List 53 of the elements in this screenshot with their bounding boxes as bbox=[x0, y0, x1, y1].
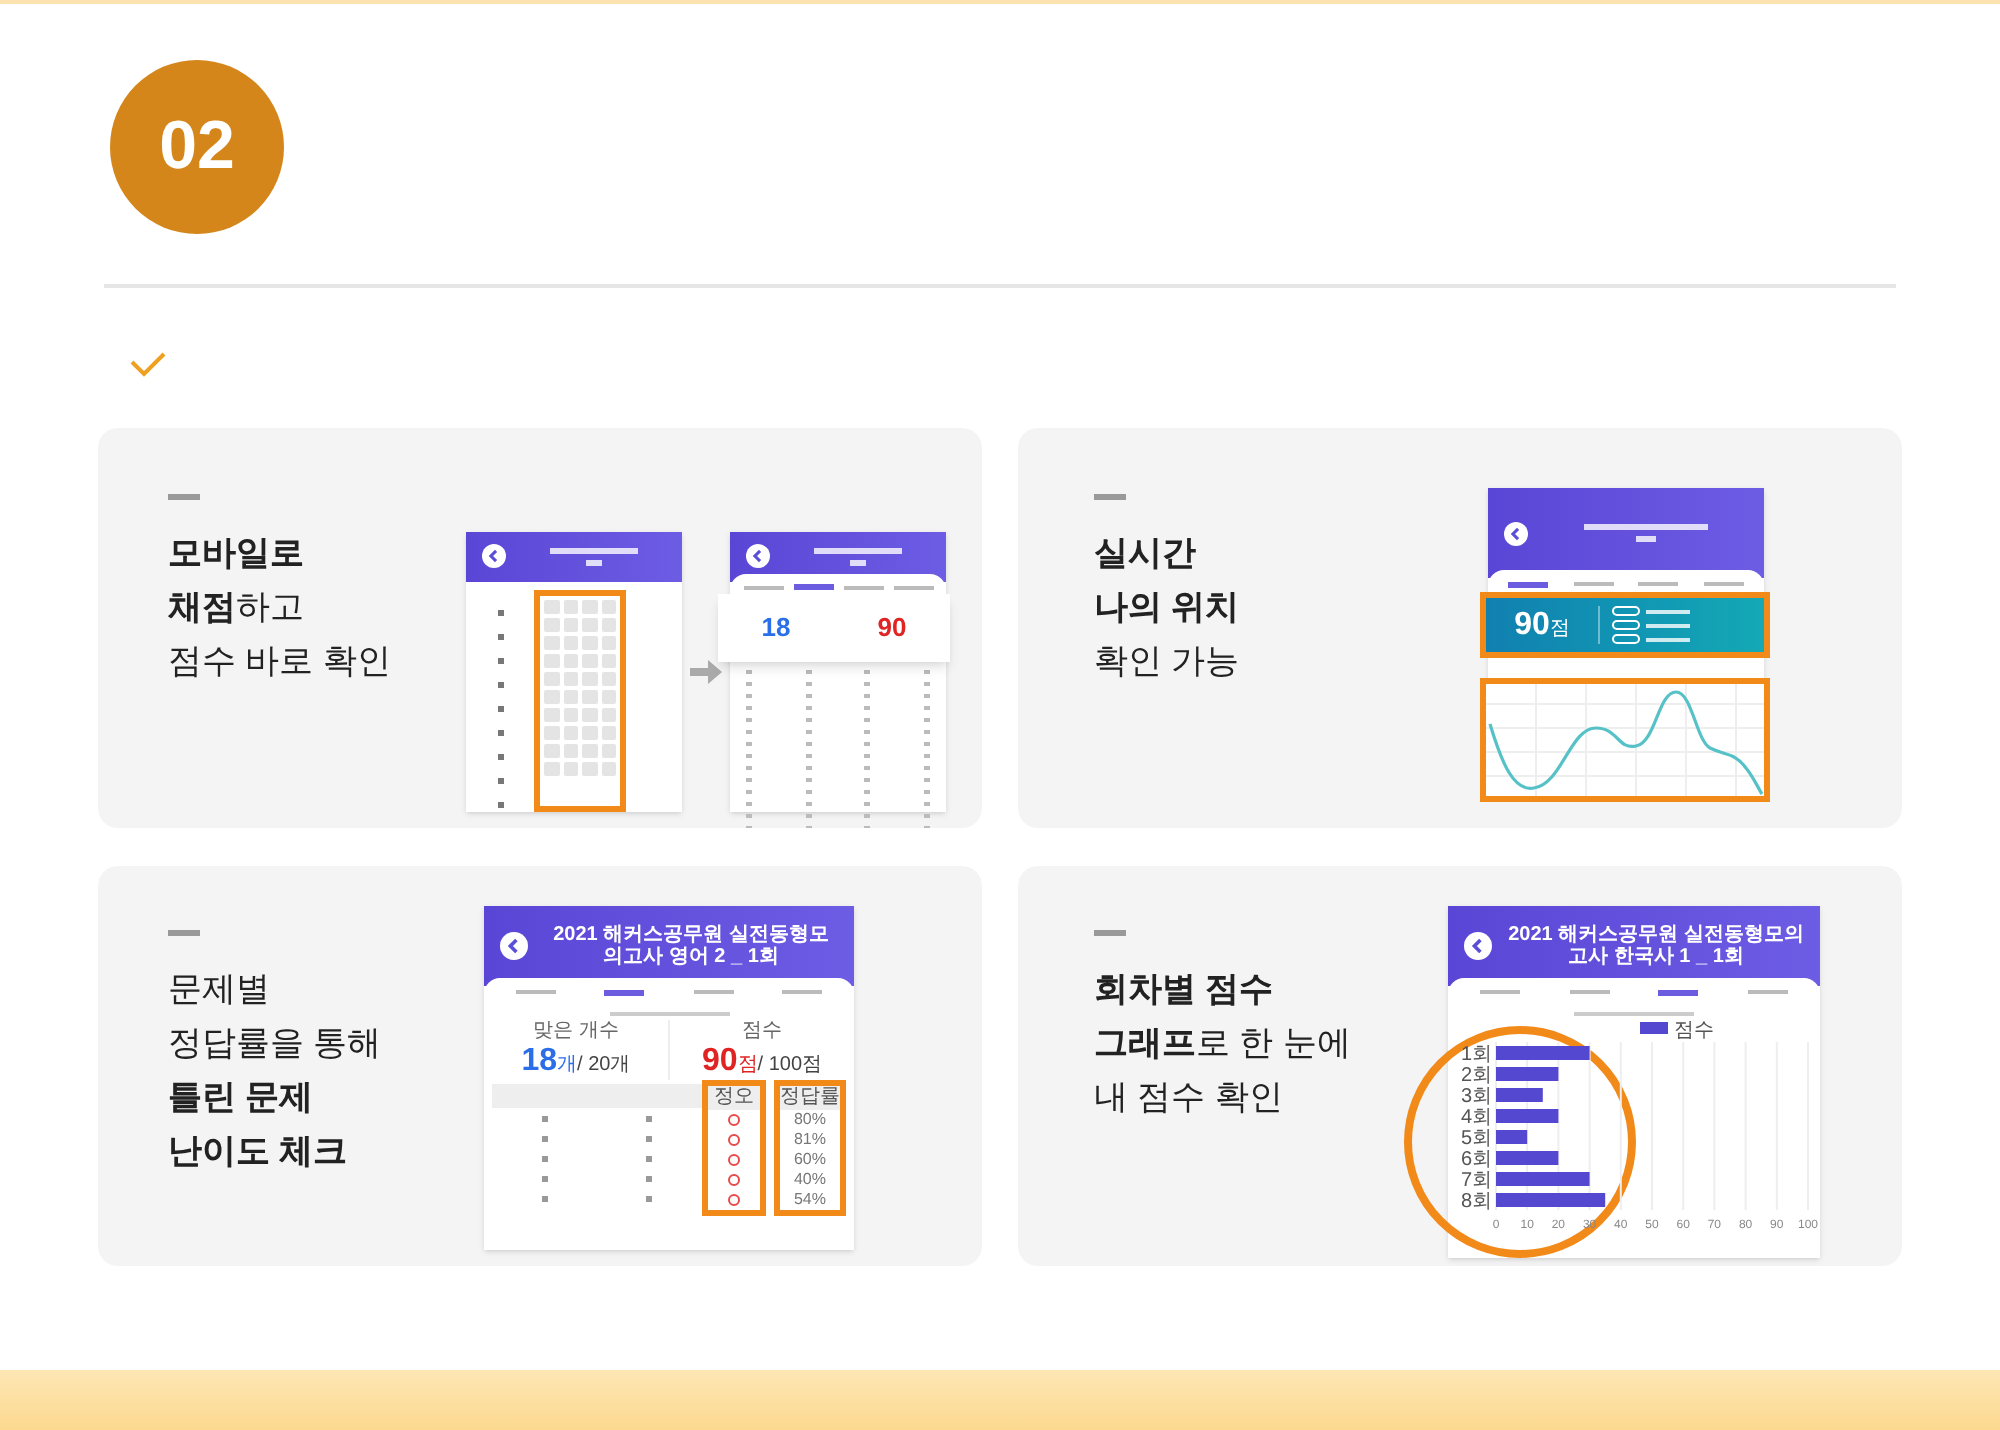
axis-label: 4회 bbox=[1460, 1107, 1492, 1129]
back-icon bbox=[1504, 521, 1528, 545]
feature-description: 회차별 점수 그래프로 한 눈에 내 점수 확인 bbox=[1094, 968, 1353, 1120]
answer-rate: 80% bbox=[793, 1110, 826, 1130]
score-value: 90 bbox=[877, 609, 907, 646]
chart-bar bbox=[1496, 1193, 1606, 1207]
axis-label: 6회 bbox=[1460, 1149, 1492, 1171]
score-unit: 점 bbox=[1549, 619, 1570, 639]
chart-bar bbox=[1496, 1088, 1543, 1102]
back-icon bbox=[1464, 932, 1492, 960]
feature-description: 모바일로 채점하고 점수 바로 확인 bbox=[168, 532, 393, 684]
axis-label: 7회 bbox=[1460, 1170, 1492, 1192]
step-badge: 02 bbox=[110, 60, 284, 234]
arrow-icon bbox=[690, 659, 722, 683]
axis-label: 5회 bbox=[1460, 1128, 1492, 1150]
column-header: 정답률 bbox=[780, 1086, 840, 1110]
chart-bar bbox=[1496, 1172, 1590, 1186]
back-icon bbox=[746, 544, 770, 568]
score-value: 90 bbox=[1514, 609, 1550, 641]
score-unit: 점 bbox=[737, 1052, 758, 1080]
legend-label: 점수 bbox=[1674, 1020, 1714, 1042]
answer-rate: 81% bbox=[793, 1130, 826, 1150]
correct-count: 18 bbox=[521, 1044, 558, 1080]
total-count: / 20개 bbox=[577, 1052, 631, 1080]
check-icon bbox=[128, 350, 168, 378]
legend-swatch bbox=[1640, 1022, 1668, 1034]
chart-bar bbox=[1496, 1067, 1559, 1081]
answer-rate: 40% bbox=[793, 1170, 826, 1190]
caption-line bbox=[609, 1012, 729, 1016]
feature-description: 실시간 나의 위치 확인 가능 bbox=[1094, 532, 1242, 684]
axis-label: 3회 bbox=[1460, 1086, 1492, 1108]
feature-description: 문제별 정답률을 통해 틀린 문제 난이도 체크 bbox=[168, 968, 384, 1174]
total-score: / 100점 bbox=[757, 1052, 823, 1080]
column-header: 정오 bbox=[708, 1086, 760, 1110]
chart-bar bbox=[1496, 1151, 1559, 1165]
screen-title: 2021 해커스공무원 실전동형모의고사 한국사 1 _ 1회 bbox=[1508, 924, 1804, 968]
answer-rate: 54% bbox=[793, 1190, 826, 1210]
axis-label: 8회 bbox=[1460, 1191, 1492, 1213]
back-icon bbox=[500, 932, 528, 960]
caption-line bbox=[1574, 1012, 1694, 1016]
correct-count: 18 bbox=[761, 609, 791, 646]
chart-bar bbox=[1496, 1046, 1590, 1060]
axis-label: 2회 bbox=[1460, 1065, 1492, 1087]
summary-label: 맞은 개수 bbox=[533, 1020, 619, 1044]
back-icon bbox=[482, 544, 506, 568]
score-value: 90 bbox=[701, 1044, 738, 1080]
count-unit: 개 bbox=[557, 1052, 578, 1080]
screen-title: 2021 해커스공무원 실전동형모의고사 영어 2 _ 1회 bbox=[551, 924, 831, 968]
axis-label: 1회 bbox=[1460, 1044, 1492, 1066]
chart-bar bbox=[1496, 1130, 1528, 1144]
summary-label: 점수 bbox=[742, 1020, 782, 1044]
chart-bar bbox=[1496, 1109, 1559, 1123]
answer-rate: 60% bbox=[793, 1150, 826, 1170]
